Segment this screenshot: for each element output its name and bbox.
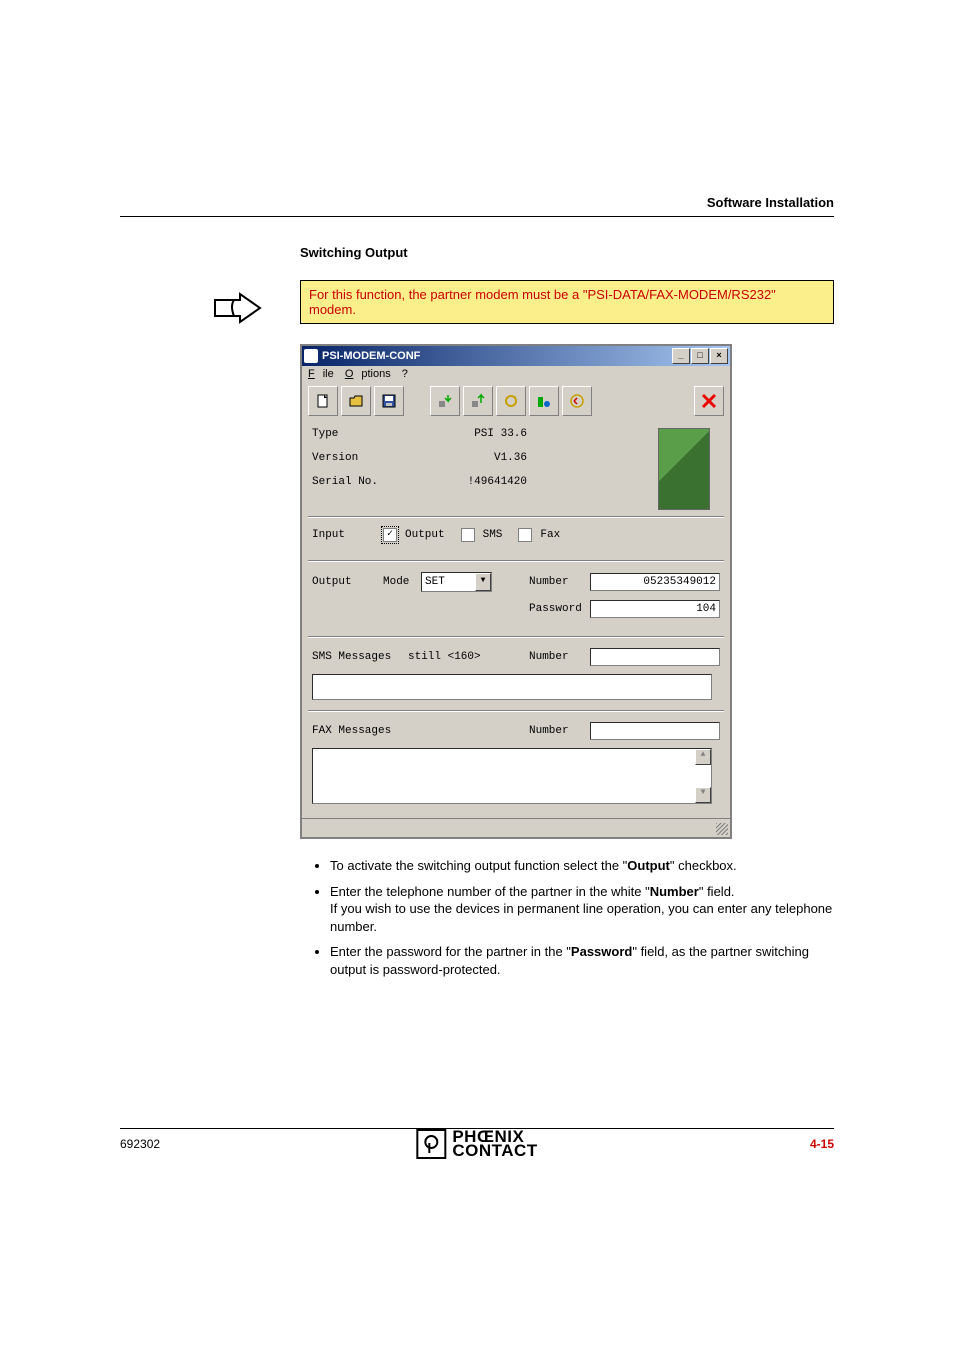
- toolbar: [302, 382, 730, 420]
- sms-checkbox-label: SMS: [483, 529, 503, 541]
- footer-doc-id: 692302: [120, 1137, 160, 1151]
- header-breadcrumb: Software Installation: [120, 195, 834, 217]
- list-item: Enter the password for the partner in th…: [330, 943, 834, 978]
- mode-label: Mode: [383, 576, 415, 588]
- new-icon[interactable]: [308, 386, 338, 416]
- maximize-button[interactable]: □: [691, 348, 709, 364]
- version-value: V1.36: [407, 452, 527, 464]
- output-row-label: Output: [312, 576, 377, 588]
- close-button[interactable]: ×: [710, 348, 728, 364]
- sms-checkbox[interactable]: [461, 528, 475, 542]
- refresh-icon[interactable]: [496, 386, 526, 416]
- menubar: File Options ?: [302, 366, 730, 382]
- scroll-up-icon[interactable]: ▲: [695, 749, 711, 765]
- serial-label: Serial No.: [312, 476, 407, 488]
- output-checkbox[interactable]: [383, 528, 397, 542]
- password-field[interactable]: 104: [590, 600, 720, 618]
- device-image: [658, 428, 710, 510]
- phoenix-logo-icon: [416, 1129, 446, 1159]
- settings-device-icon[interactable]: [529, 386, 559, 416]
- section-title: Switching Output: [300, 245, 834, 260]
- sms-message-textarea[interactable]: [312, 674, 712, 700]
- page-number: 4-15: [810, 1137, 834, 1151]
- output-checkbox-label: Output: [405, 529, 445, 541]
- instruction-list: To activate the switching output functio…: [300, 857, 834, 978]
- app-icon: [304, 349, 318, 363]
- password-label: Password: [529, 603, 584, 615]
- fax-checkbox-label: Fax: [540, 529, 560, 541]
- fax-number-field[interactable]: [590, 722, 720, 740]
- titlebar: PSI-MODEM-CONF _ □ ×: [302, 346, 730, 366]
- save-icon[interactable]: [374, 386, 404, 416]
- type-value: PSI 33.6: [407, 428, 527, 440]
- mode-value: SET: [425, 576, 445, 588]
- fax-message-textarea[interactable]: ▲ ▼: [312, 748, 712, 804]
- serial-value: !49641420: [407, 476, 527, 488]
- reconnect-icon[interactable]: [562, 386, 592, 416]
- fax-messages-label: FAX Messages: [312, 725, 402, 737]
- cancel-icon[interactable]: [694, 386, 724, 416]
- sms-number-label: Number: [529, 651, 584, 663]
- open-icon[interactable]: [341, 386, 371, 416]
- minimize-button[interactable]: _: [672, 348, 690, 364]
- scroll-down-icon[interactable]: ▼: [695, 787, 711, 803]
- download-to-device-icon[interactable]: [430, 386, 460, 416]
- sms-remaining: still <160>: [408, 651, 488, 663]
- statusbar: [302, 818, 730, 837]
- mode-select[interactable]: SET ▼: [421, 572, 492, 592]
- list-item: Enter the telephone number of the partne…: [330, 883, 834, 936]
- number-field[interactable]: 05235349012: [590, 573, 720, 591]
- version-label: Version: [312, 452, 407, 464]
- menu-help[interactable]: ?: [402, 368, 408, 380]
- list-item: To activate the switching output functio…: [330, 857, 834, 875]
- sms-messages-label: SMS Messages: [312, 651, 402, 663]
- upload-from-device-icon[interactable]: [463, 386, 493, 416]
- window-title: PSI-MODEM-CONF: [322, 350, 420, 362]
- fax-checkbox[interactable]: [518, 528, 532, 542]
- menu-options[interactable]: Options: [345, 368, 391, 380]
- menu-file[interactable]: File: [308, 368, 334, 380]
- fax-number-label: Number: [529, 725, 584, 737]
- input-label: Input: [312, 529, 377, 541]
- type-label: Type: [312, 428, 407, 440]
- note-hand-icon: [210, 288, 270, 328]
- chevron-down-icon[interactable]: ▼: [475, 573, 491, 591]
- psi-modem-conf-window: PSI-MODEM-CONF _ □ × File Options ?: [300, 344, 732, 839]
- sms-number-field[interactable]: [590, 648, 720, 666]
- brand-logo: PHŒNIXCONTACT: [416, 1129, 537, 1159]
- note-box: For this function, the partner modem mus…: [300, 280, 834, 324]
- number-label: Number: [529, 576, 584, 588]
